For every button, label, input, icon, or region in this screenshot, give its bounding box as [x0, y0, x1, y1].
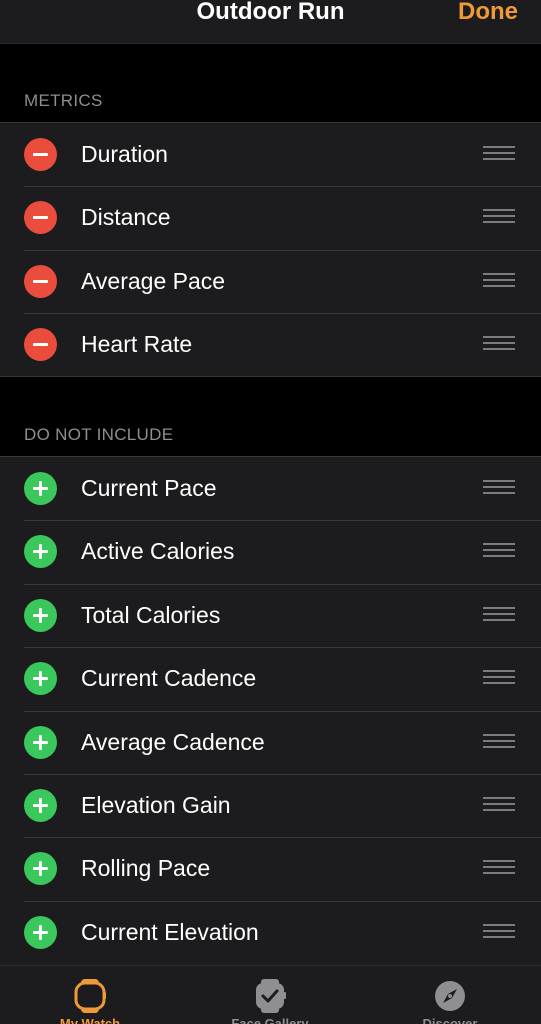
list-item: Average Cadence — [0, 710, 541, 774]
reorder-handle-icon[interactable] — [483, 733, 516, 752]
reorder-handle-icon[interactable] — [483, 209, 516, 227]
tab-label: Discover — [422, 1016, 478, 1024]
tab-face-gallery[interactable]: Face Gallery — [180, 966, 360, 1024]
reorder-handle-icon[interactable] — [483, 670, 516, 688]
add-button[interactable] — [24, 598, 57, 632]
tab-my-watch[interactable]: My Watch — [0, 966, 180, 1024]
add-button[interactable] — [24, 788, 57, 822]
add-button[interactable] — [24, 472, 57, 505]
reorder-handle-icon[interactable] — [483, 860, 516, 878]
excluded-metrics-list: Current Pace Active Calories Total Calor… — [0, 456, 541, 971]
watch-icon — [73, 978, 107, 1019]
metric-label: Distance — [81, 204, 171, 231]
list-item: Duration — [0, 123, 541, 186]
metric-label: Duration — [81, 141, 168, 167]
compass-icon — [434, 980, 466, 1017]
add-button[interactable] — [24, 915, 57, 949]
list-item: Distance — [0, 186, 541, 249]
done-button[interactable]: Done — [458, 0, 518, 32]
metric-label: Average Pace — [81, 267, 226, 294]
remove-button[interactable] — [24, 138, 57, 171]
list-item: Average Pace — [0, 249, 541, 313]
minus-icon — [33, 343, 48, 347]
metric-label: Heart Rate — [81, 331, 193, 358]
reorder-handle-icon[interactable] — [483, 480, 516, 498]
metric-label: Rolling Pace — [81, 855, 211, 882]
reorder-handle-icon[interactable] — [483, 146, 516, 164]
list-item: Current Elevation — [0, 900, 541, 964]
minus-icon — [33, 216, 48, 220]
remove-button[interactable] — [24, 328, 57, 362]
reorder-handle-icon[interactable] — [483, 543, 516, 561]
metric-label: Total Calories — [81, 601, 221, 628]
tab-label: My Watch — [59, 1016, 121, 1024]
watch-face-icon — [254, 978, 286, 1019]
list-item: Total Calories — [0, 583, 541, 647]
tab-discover[interactable]: Discover — [360, 966, 540, 1024]
reorder-handle-icon[interactable] — [483, 606, 516, 625]
metric-label: Average Cadence — [81, 728, 265, 755]
remove-button[interactable] — [24, 264, 57, 298]
list-item: Active Calories — [0, 520, 541, 583]
metrics-list: Duration Distance Average Pace Heart Rat… — [0, 122, 541, 377]
reorder-handle-icon[interactable] — [483, 796, 516, 815]
reorder-handle-icon[interactable] — [483, 336, 516, 354]
remove-button[interactable] — [24, 201, 57, 235]
metric-label: Current Elevation — [81, 918, 259, 945]
add-button[interactable] — [24, 535, 57, 569]
list-item: Current Pace — [0, 457, 541, 520]
metric-label: Elevation Gain — [81, 791, 231, 818]
minus-icon — [33, 153, 48, 156]
add-button[interactable] — [24, 662, 57, 696]
list-item: Heart Rate — [0, 313, 541, 376]
minus-icon — [33, 279, 48, 283]
list-item: Current Cadence — [0, 647, 541, 710]
navigation-bar: Outdoor Run Done — [0, 0, 541, 44]
metrics-section-header: METRICS — [24, 91, 103, 110]
reorder-handle-icon[interactable] — [483, 923, 516, 942]
add-button[interactable] — [24, 725, 57, 759]
list-item: Rolling Pace — [0, 837, 541, 900]
tab-bar: My Watch Face Gallery Discover — [0, 965, 541, 1024]
tab-label: Face Gallery — [231, 1016, 309, 1024]
add-button[interactable] — [24, 852, 57, 886]
list-item: Elevation Gain — [0, 773, 541, 837]
exclude-section-header: DO NOT INCLUDE — [24, 425, 174, 444]
metric-label: Current Cadence — [81, 665, 257, 692]
reorder-handle-icon[interactable] — [483, 272, 516, 291]
metric-label: Active Calories — [81, 538, 235, 565]
metric-label: Current Pace — [81, 475, 217, 501]
